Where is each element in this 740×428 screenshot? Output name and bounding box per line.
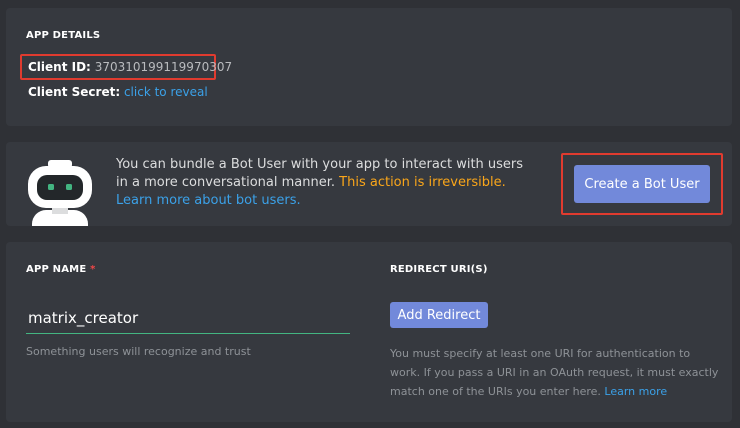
robot-icon xyxy=(28,160,92,226)
client-id-value[interactable]: 370310199119970307 xyxy=(95,60,232,74)
bot-user-panel: You can bundle a Bot User with your app … xyxy=(6,142,732,226)
redirect-hint: You must specify at least one URI for au… xyxy=(390,344,720,401)
learn-more-bot-link[interactable]: Learn more about bot users. xyxy=(116,193,301,208)
irreversible-warning: This action is irreversible. xyxy=(339,175,506,190)
app-name-heading: APP NAME * xyxy=(26,264,96,275)
app-details-heading: APP DETAILS xyxy=(26,30,101,41)
app-name-input[interactable] xyxy=(26,302,350,334)
client-secret-row: Client Secret: click to reveal xyxy=(28,85,208,99)
create-bot-user-button[interactable]: Create a Bot User xyxy=(574,165,710,203)
redirect-uris-heading: REDIRECT URI(S) xyxy=(390,264,488,275)
app-settings-panel: APP NAME * Something users will recogniz… xyxy=(6,242,732,422)
app-name-heading-text: APP NAME xyxy=(26,264,87,275)
client-id-label: Client ID: xyxy=(28,60,91,74)
required-marker: * xyxy=(90,264,96,275)
client-id-row: Client ID: 370310199119970307 xyxy=(28,60,232,74)
add-redirect-button[interactable]: Add Redirect xyxy=(390,302,488,328)
bot-user-description: You can bundle a Bot User with your app … xyxy=(116,156,526,210)
redirect-hint-text: You must specify at least one URI for au… xyxy=(390,347,719,398)
reveal-secret-link[interactable]: click to reveal xyxy=(124,85,208,99)
app-name-hint: Something users will recognize and trust xyxy=(26,345,251,358)
client-secret-label: Client Secret: xyxy=(28,85,121,99)
app-details-panel: APP DETAILS Client ID: 37031019911997030… xyxy=(6,8,732,126)
redirect-learn-more-link[interactable]: Learn more xyxy=(604,385,667,398)
